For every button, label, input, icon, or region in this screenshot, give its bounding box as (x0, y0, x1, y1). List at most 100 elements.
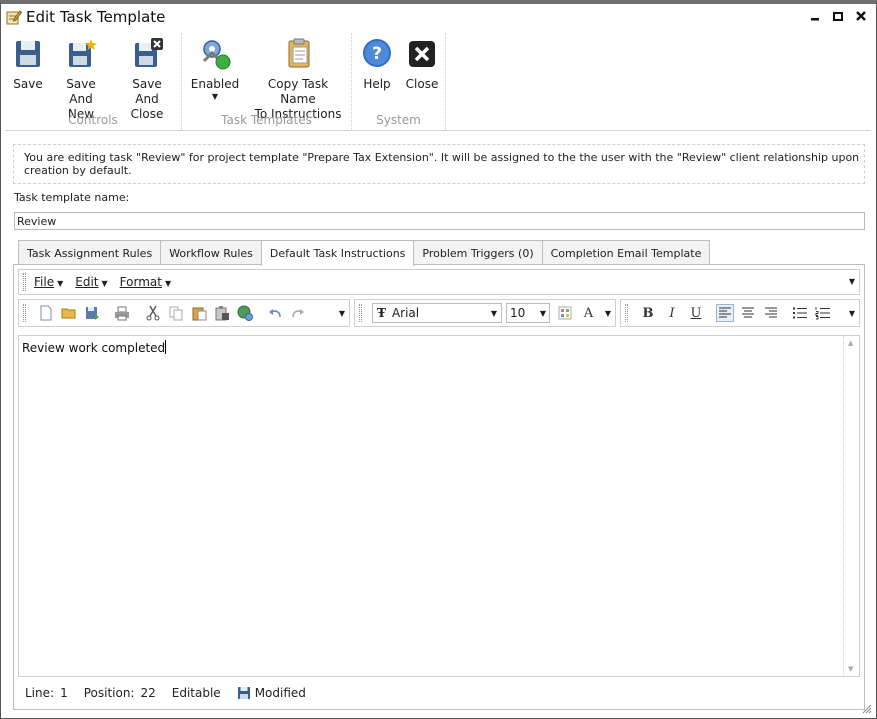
insert-hyperlink-icon[interactable] (236, 304, 254, 322)
info-message: You are editing task "Review" for projec… (13, 144, 865, 184)
default-task-instructions-panel: File ▼ Edit ▼ Format ▼ ▼ ▼ Ŧ Arial ▼ 10 … (13, 264, 865, 710)
menu-edit-label: Edit (75, 275, 99, 289)
font-toolbar-overflow-icon[interactable]: ▼ (605, 309, 611, 318)
window-title: Edit Task Template (26, 8, 166, 26)
copy-task-name-label-1: Copy Task Name (267, 77, 329, 106)
maximize-button[interactable] (831, 8, 845, 24)
copy-task-name-button[interactable]: Copy Task Name To Instructions (252, 37, 344, 122)
menu-format[interactable]: Format ▼ (120, 275, 171, 289)
controls-group-label: Controls (68, 113, 118, 127)
task-template-name-input[interactable] (14, 212, 865, 230)
new-document-icon[interactable] (37, 304, 55, 322)
resize-grip-icon[interactable] (862, 704, 872, 714)
floppy-disk-new-icon (69, 39, 97, 67)
align-center-icon[interactable] (739, 304, 757, 322)
bold-button[interactable]: B (638, 303, 658, 323)
numbered-list-icon[interactable] (814, 304, 832, 322)
title-bar[interactable]: Edit Task Template (1, 4, 876, 30)
modified-disk-icon (237, 686, 251, 700)
editor-menu-bar: File ▼ Edit ▼ Format ▼ ▼ (18, 269, 860, 295)
font-color-button[interactable]: A (579, 303, 599, 323)
help-label: Help (363, 77, 391, 91)
editor-content[interactable]: Review work completed (22, 340, 167, 355)
menu-bar-grip[interactable] (23, 273, 26, 291)
font-size-select[interactable]: 10 ▼ (506, 303, 550, 323)
save-label: Save (13, 77, 43, 91)
standard-toolbar-overflow-icon[interactable]: ▼ (339, 309, 345, 318)
font-toolbar-grip[interactable] (359, 304, 362, 322)
scroll-up-icon[interactable]: ▲ (848, 339, 853, 347)
font-family-select[interactable]: Ŧ Arial ▼ (372, 303, 502, 323)
ribbon: Save Save And New Save And Close Control… (5, 33, 871, 131)
status-position-label: Position: (83, 686, 135, 700)
font-toolbar: Ŧ Arial ▼ 10 ▼ A ▼ (354, 299, 616, 327)
editor-content-text: Review work completed (22, 341, 166, 355)
menu-file[interactable]: File ▼ (34, 275, 63, 289)
save-and-new-button[interactable]: Save And New (53, 37, 109, 122)
menu-bar-overflow-icon[interactable]: ▼ (849, 277, 855, 286)
save-and-close-button[interactable]: Save And Close (119, 37, 175, 122)
italic-button[interactable]: I (662, 303, 682, 323)
formatting-toolbar: B I U ▼ (620, 299, 860, 327)
font-family-value: Arial (391, 306, 420, 320)
paste-icon[interactable] (190, 304, 208, 322)
tab-default-task-instructions[interactable]: Default Task Instructions (260, 240, 415, 266)
enabled-dropdown-button[interactable]: Enabled ▼ (190, 37, 240, 101)
standard-toolbar-grip[interactable] (23, 304, 26, 322)
copy-icon[interactable] (167, 304, 185, 322)
save-button[interactable]: Save (10, 37, 46, 92)
truetype-font-icon: Ŧ (377, 306, 386, 320)
tab-strip: Task Assignment Rules Workflow Rules Def… (18, 240, 711, 266)
menu-edit[interactable]: Edit ▼ (75, 275, 107, 289)
bullet-list-icon[interactable] (791, 304, 809, 322)
edit-task-template-window: Edit Task Template Save Save And New Sav… (0, 0, 877, 719)
ribbon-group-controls: Save Save And New Save And Close Control… (5, 33, 182, 131)
underline-button[interactable]: U (686, 303, 706, 323)
formatting-toolbar-overflow-icon[interactable]: ▼ (849, 309, 855, 318)
close-window-button[interactable] (854, 8, 868, 24)
svg-text:?: ? (372, 44, 382, 64)
text-cursor (165, 340, 167, 354)
help-question-icon: ? (363, 39, 391, 67)
align-left-icon[interactable] (716, 304, 734, 322)
save-and-close-label-1: Save And (132, 77, 162, 106)
align-right-icon[interactable] (762, 304, 780, 322)
save-document-icon[interactable] (83, 304, 101, 322)
task-templates-group-label: Task Templates (221, 113, 312, 127)
floppy-disk-icon (16, 41, 40, 67)
paste-special-icon[interactable] (213, 304, 231, 322)
print-icon[interactable] (113, 304, 131, 322)
cut-icon[interactable] (144, 304, 162, 322)
minimize-button[interactable] (808, 8, 822, 24)
formatting-toolbar-grip[interactable] (625, 304, 628, 322)
menu-format-arrow-icon: ▼ (164, 279, 172, 288)
floppy-disk-close-icon (135, 38, 163, 67)
menu-file-arrow-icon: ▼ (57, 279, 64, 288)
enabled-settings-icon (202, 40, 231, 70)
close-button[interactable]: Close (402, 37, 442, 92)
rich-text-editor[interactable]: Review work completed ▲ ▼ (18, 335, 860, 677)
menu-file-label: File (34, 275, 55, 289)
status-position-value: 22 (140, 686, 156, 700)
status-line-value: 1 (60, 686, 68, 700)
clipboard-copy-icon (288, 38, 310, 68)
help-button[interactable]: ? Help (357, 37, 397, 92)
status-mode: Editable (171, 686, 221, 700)
redo-icon[interactable] (289, 304, 307, 322)
menu-format-label: Format (119, 275, 162, 289)
ribbon-group-system: ? Help Close System (352, 33, 446, 131)
tab-completion-email-template[interactable]: Completion Email Template (541, 240, 711, 265)
open-folder-icon[interactable] (60, 304, 78, 322)
tab-problem-triggers[interactable]: Problem Triggers (0) (413, 240, 543, 265)
enabled-label: Enabled (190, 77, 240, 91)
status-line-label: Line: (25, 686, 55, 700)
font-size-arrow-icon: ▼ (539, 309, 546, 318)
tab-workflow-rules[interactable]: Workflow Rules (160, 240, 262, 265)
scroll-down-icon[interactable]: ▼ (848, 665, 853, 673)
highlight-color-icon[interactable] (556, 304, 574, 322)
undo-icon[interactable] (266, 304, 284, 322)
editor-vertical-scrollbar[interactable]: ▲ ▼ (843, 336, 859, 676)
enabled-caret-icon: ▼ (211, 92, 219, 101)
tab-task-assignment-rules[interactable]: Task Assignment Rules (18, 240, 162, 265)
editor-status-bar: Line: 1 Position: 22 Editable Modified (18, 681, 860, 705)
